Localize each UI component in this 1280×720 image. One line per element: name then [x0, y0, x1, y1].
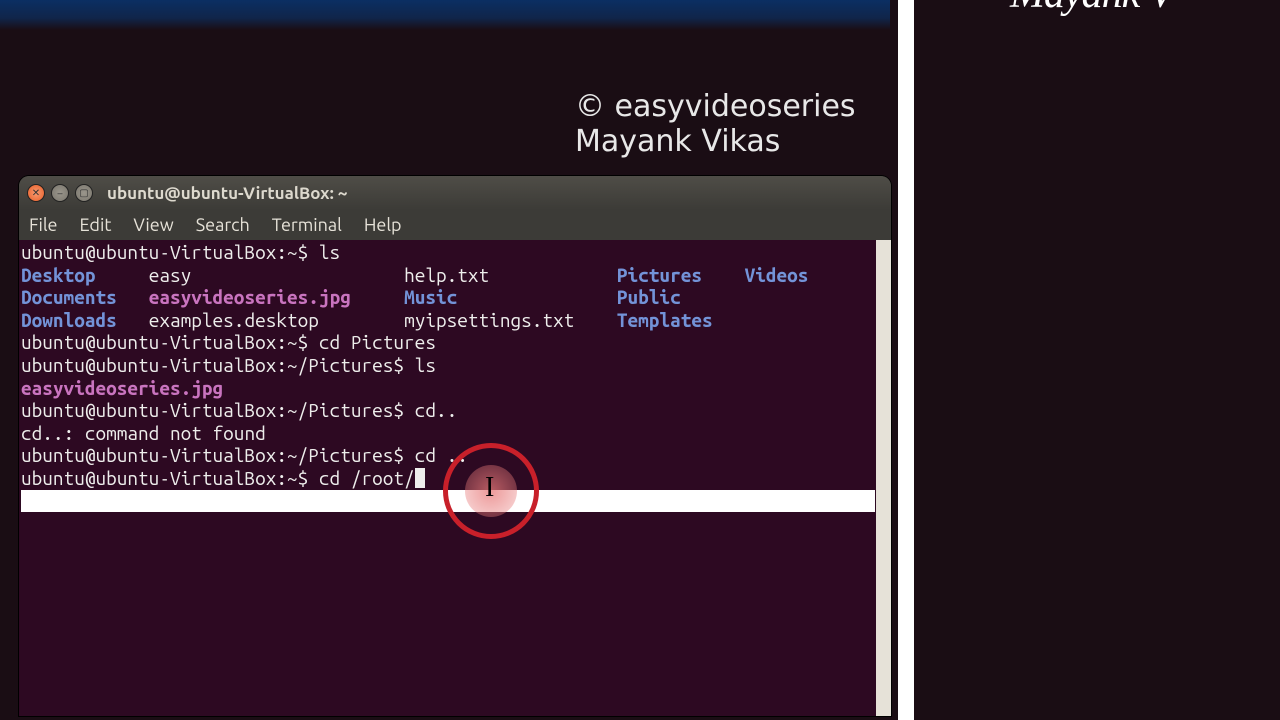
minimize-icon[interactable]: – — [51, 184, 69, 202]
menu-edit[interactable]: Edit — [80, 215, 112, 235]
menubar: File Edit View Search Terminal Help — [19, 210, 891, 240]
menu-terminal[interactable]: Terminal — [272, 215, 342, 235]
top-gradient-band — [0, 0, 890, 30]
terminal-empty-area[interactable] — [19, 512, 891, 716]
terminal-body-wrap: ubuntu@ubuntu-VirtualBox:~$ ls Desktop e… — [19, 240, 891, 716]
partial-name-text: Mayank V — [1010, 0, 1173, 18]
menu-view[interactable]: View — [133, 215, 173, 235]
credit-line-1: © easyvideoseries — [575, 90, 856, 125]
window-titlebar[interactable]: ✕ – ▢ ubuntu@ubuntu-VirtualBox: ~ — [19, 176, 891, 210]
menu-file[interactable]: File — [29, 215, 58, 235]
menu-help[interactable]: Help — [364, 215, 402, 235]
close-icon[interactable]: ✕ — [27, 184, 45, 202]
terminal-output[interactable]: ubuntu@ubuntu-VirtualBox:~$ ls Desktop e… — [19, 240, 891, 512]
divider-panel — [898, 0, 914, 720]
credit-block: © easyvideoseries Mayank Vikas — [575, 90, 856, 159]
terminal-window: ✕ – ▢ ubuntu@ubuntu-VirtualBox: ~ File E… — [19, 176, 891, 716]
window-title: ubuntu@ubuntu-VirtualBox: ~ — [107, 184, 347, 203]
scrollbar[interactable] — [876, 240, 891, 716]
credit-line-2: Mayank Vikas — [575, 125, 856, 160]
menu-search[interactable]: Search — [196, 215, 250, 235]
maximize-icon[interactable]: ▢ — [75, 184, 93, 202]
